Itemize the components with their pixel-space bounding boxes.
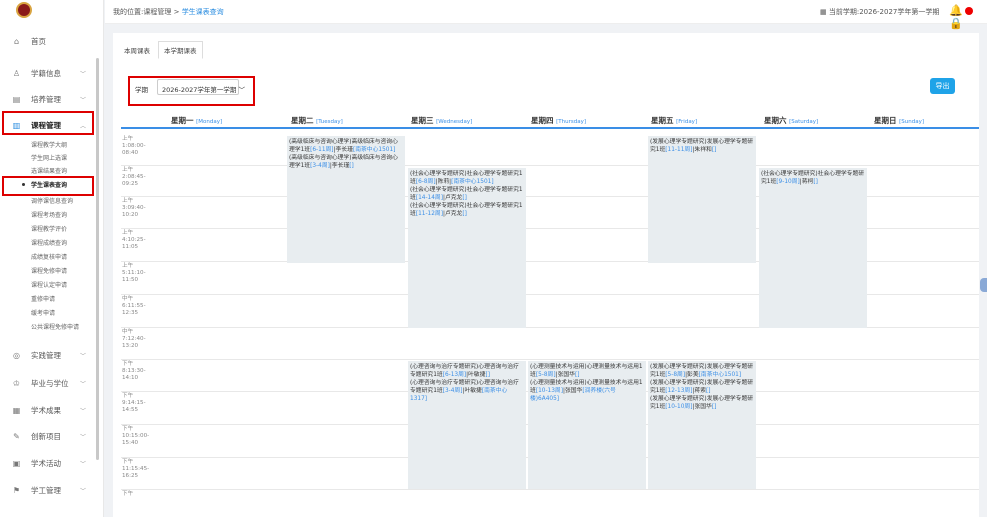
top-icons: 🔔 🔒	[949, 4, 987, 30]
current-term: ▦ 当前学期:2026-2027学年第一学期	[820, 8, 940, 16]
export-button[interactable]: 导出	[930, 78, 955, 94]
time-slot: 下午 10:15:00-15:40	[122, 426, 150, 446]
course-cell-thu-pm[interactable]: (心理测量技术与运用)心理测量技术与运用1班[5-8周]|张国华[] (心理测量…	[528, 361, 646, 489]
day-header-thu: 星期四 [Thursday]	[531, 116, 586, 125]
course-cell-wed-am[interactable]: (社会心理学专题研究)社会心理学专题研究1班[6-8周]|陈莉|[南茶中心150…	[408, 168, 526, 328]
edit-icon: ✎	[13, 431, 20, 441]
course-cell-tue-am[interactable]: (高级临床与咨询心理学)高级临床与咨询心理学1班[6-11周]|李长瑾[南茶中心…	[287, 136, 405, 263]
calendar-icon: ▦	[820, 8, 827, 16]
sidebar-item-home[interactable]: ⌂ 首页	[0, 30, 96, 52]
sub-item-syllabus[interactable]: 课程教学大纲	[31, 140, 67, 149]
tab-week-schedule[interactable]: 本周课表	[119, 42, 155, 58]
sidebar-item-practice[interactable]: ◎ 实践管理 ﹀	[0, 344, 96, 366]
sub-item-online-selection[interactable]: 学生网上选课	[31, 153, 67, 162]
right-edge-handle[interactable]	[980, 278, 987, 292]
target-icon: ◎	[13, 350, 20, 360]
main-panel: 本周课表 本学期课表 学期 2026-2027学年第一学期 ﹀ 导出 星期一 [M…	[113, 33, 979, 517]
sub-item-public-exemption[interactable]: 公共课程免修申请	[31, 322, 79, 331]
time-slot: 上午 1:08:00-08:40	[122, 136, 146, 156]
highlight-course-management	[2, 111, 94, 135]
time-slot: 中午 7:12:40-13:20	[122, 329, 146, 349]
time-slot: 上午 4:10:25-11:05	[122, 230, 146, 250]
sidebar-item-activities[interactable]: ▣ 学术活动 ﹀	[0, 452, 96, 474]
time-slot: 上午 2:08:45-09:25	[122, 167, 146, 187]
sidebar-item-student-affairs[interactable]: ⚑ 学工管理 ﹀	[0, 479, 96, 501]
breadcrumb-current[interactable]: 学生课表查询	[182, 8, 224, 16]
sub-item-retake[interactable]: 重修申请	[31, 294, 55, 303]
time-slot: 上午 3:09:40-10:20	[122, 198, 146, 218]
time-slot: 上午 5:11:10-11:50	[122, 263, 146, 283]
notification-dot	[964, 7, 973, 15]
bell-icon[interactable]: 🔔	[949, 4, 963, 17]
sidebar-item-student-info[interactable]: ♙ 学籍信息 ﹀	[0, 62, 96, 84]
schedule-tabs: 本周课表 本学期课表	[119, 41, 206, 59]
highlight-student-schedule	[2, 176, 94, 196]
chevron-down-icon: ﹀	[80, 96, 87, 104]
day-header-mon: 星期一 [Monday]	[171, 116, 223, 125]
chart-icon: ▤	[12, 94, 21, 104]
chevron-down-icon: ﹀	[80, 70, 87, 78]
sub-item-defer-exam[interactable]: 缓考申请	[31, 308, 55, 317]
chevron-down-icon: ﹀	[80, 433, 87, 441]
chevron-down-icon: ﹀	[80, 460, 87, 468]
course-cell-fri-am[interactable]: (发展心理学专题研究)发展心理学专题研究1班[11-11周]|朱祥和[]	[648, 136, 756, 263]
weekday-header: 星期一 [Monday] 星期二 [Tuesday] 星期三 [Wednesda…	[121, 115, 979, 129]
sidebar-item-achievements[interactable]: ▦ 学术成果 ﹀	[0, 399, 96, 421]
chevron-down-icon: ﹀	[80, 487, 87, 495]
sub-item-class-change[interactable]: 调停课信息查询	[31, 196, 73, 205]
day-header-wed: 星期三 [Wednesday]	[411, 116, 473, 125]
bars-icon: ▦	[12, 405, 21, 415]
chevron-down-icon: ﹀	[80, 407, 87, 415]
university-logo	[16, 2, 32, 18]
sub-item-recognition[interactable]: 课程认定申请	[31, 280, 67, 289]
time-slot: 中午 6:11:55-12:35	[122, 296, 146, 316]
graduation-icon: ♔	[12, 378, 21, 388]
grid-icon: ▣	[12, 458, 21, 468]
flag-icon: ⚑	[12, 485, 21, 495]
tab-semester-schedule[interactable]: 本学期课表	[158, 41, 203, 59]
user-icon: ♙	[12, 68, 21, 78]
breadcrumb: 我的位置:课程管理 > 学生课表查询	[113, 8, 224, 16]
course-cell-fri-pm[interactable]: (发展心理学专题研究)发展心理学专题研究1班[5-8周]|彭美[南茶中心1501…	[648, 361, 756, 489]
day-header-sun: 星期日 [Sunday]	[874, 116, 924, 125]
lock-icon[interactable]: 🔒	[949, 17, 963, 30]
highlight-term-filter	[128, 76, 255, 106]
sub-item-grades[interactable]: 课程成绩查询	[31, 238, 67, 247]
sub-item-exam-room[interactable]: 课程考场查询	[31, 210, 67, 219]
sub-item-grade-review[interactable]: 成绩复核申请	[31, 252, 67, 261]
chevron-down-icon: ﹀	[80, 352, 87, 360]
chevron-down-icon: ﹀	[80, 380, 87, 388]
day-header-sat: 星期六 [Saturday]	[764, 116, 819, 125]
time-slot: 下午 8:13:30-14:10	[122, 361, 146, 381]
sub-item-evaluation[interactable]: 课程教学评价	[31, 224, 67, 233]
sidebar-item-innovation[interactable]: ✎ 创新项目 ﹀	[0, 425, 96, 447]
time-slot: 下午 11:15:45-16:25	[122, 459, 150, 479]
day-header-tue: 星期二 [Tuesday]	[291, 116, 343, 125]
sidebar: ⌂ 首页 ♙ 学籍信息 ﹀ ▤ 培养管理 ﹀ ▥ 课程管理 ︿ 课程教学大纲 学…	[0, 0, 104, 517]
time-slot: 下午 9:14:15-14:55	[122, 393, 146, 413]
sub-item-exemption[interactable]: 课程免修申请	[31, 266, 67, 275]
day-header-fri: 星期五 [Friday]	[651, 116, 698, 125]
sidebar-item-training[interactable]: ▤ 培养管理 ﹀	[0, 88, 96, 110]
home-icon: ⌂	[13, 36, 20, 46]
top-bar: 我的位置:课程管理 > 学生课表查询 ▦ 当前学期:2026-2027学年第一学…	[105, 0, 987, 30]
course-cell-sat-am[interactable]: (社会心理学专题研究)社会心理学专题研究1班[9-10周]|蒋柯[]	[759, 168, 867, 328]
sub-item-selection-result[interactable]: 选课结果查询	[31, 166, 67, 175]
time-slot: 下午	[122, 491, 134, 497]
course-cell-wed-pm[interactable]: (心理咨询与治疗专题研究)心理咨询与治疗专题研究1班[6-13周]|叶敏捷[] …	[408, 361, 526, 489]
sidebar-item-graduation[interactable]: ♔ 毕业与学位 ﹀	[0, 372, 96, 394]
sidebar-scrollbar[interactable]	[96, 58, 99, 460]
